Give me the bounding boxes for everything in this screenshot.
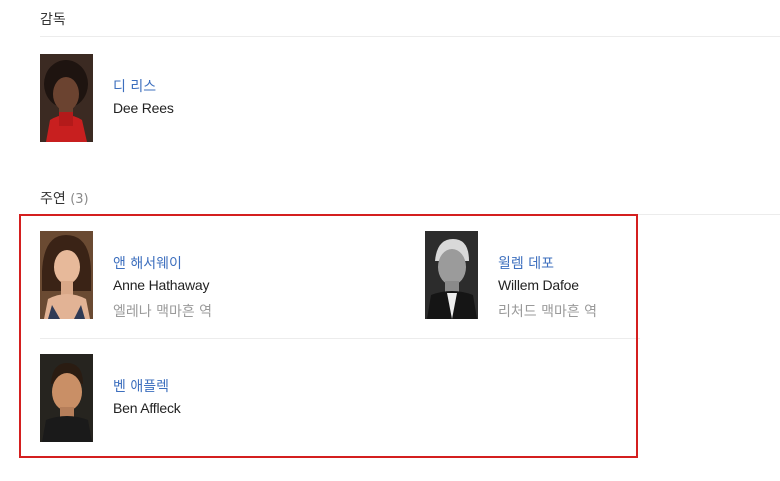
person-name-english: Dee Rees [113,100,174,116]
person-name-korean-link[interactable]: 디 리스 [113,76,156,96]
cast-highlight-border [19,214,638,458]
director-photo[interactable] [40,54,93,142]
cast-section-title: 주연 (3) [40,188,89,208]
cast-count: (3) [70,192,89,207]
director-card-dee-rees[interactable]: 디 리스 Dee Rees [40,54,340,142]
cast-section-label: 주연 [40,191,66,207]
section-divider [40,36,780,37]
director-section-title: 감독 [40,12,66,28]
